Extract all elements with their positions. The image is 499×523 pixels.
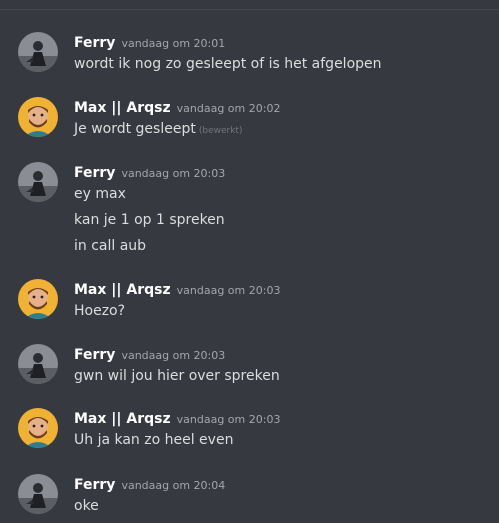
max-avatar[interactable] <box>18 408 58 448</box>
author-name[interactable]: Ferry <box>74 347 115 363</box>
max-avatar[interactable] <box>18 97 58 137</box>
author-name[interactable]: Max || Arqsz <box>74 100 171 116</box>
message-text: oke <box>74 498 99 514</box>
message-text: Je wordt gesleept (bewerkt) <box>74 118 242 140</box>
message-header: Max || Arqsz vandaag om 20:03 <box>74 279 280 299</box>
timestamp[interactable]: vandaag om 20:03 <box>121 349 225 362</box>
message-header: Max || Arqsz vandaag om 20:03 <box>74 408 280 428</box>
ferry-avatar[interactable] <box>18 474 58 514</box>
top-divider <box>0 9 499 10</box>
author-name[interactable]: Ferry <box>74 165 115 181</box>
timestamp[interactable]: vandaag om 20:01 <box>121 37 225 50</box>
author-name[interactable]: Ferry <box>74 477 115 493</box>
ferry-avatar[interactable] <box>18 344 58 384</box>
message-header: Ferry vandaag om 20:01 <box>74 32 225 52</box>
max-avatar[interactable] <box>18 279 58 319</box>
message-header: Ferry vandaag om 20:03 <box>74 162 225 182</box>
message-text: Uh ja kan zo heel even <box>74 432 234 448</box>
ferry-avatar[interactable] <box>18 162 58 202</box>
message-header: Max || Arqsz vandaag om 20:02 <box>74 97 280 117</box>
message-header: Ferry vandaag om 20:04 <box>74 474 225 494</box>
timestamp[interactable]: vandaag om 20:03 <box>177 284 281 297</box>
author-name[interactable]: Max || Arqsz <box>74 411 171 427</box>
message-header: Ferry vandaag om 20:03 <box>74 344 225 364</box>
timestamp[interactable]: vandaag om 20:03 <box>121 167 225 180</box>
message-text: wordt ik nog zo gesleept of is het afgel… <box>74 56 382 72</box>
message-text: kan je 1 op 1 spreken <box>74 212 225 228</box>
message-text: Hoezo? <box>74 303 126 319</box>
timestamp[interactable]: vandaag om 20:04 <box>121 479 225 492</box>
message-text: ey max <box>74 186 126 202</box>
timestamp[interactable]: vandaag om 20:03 <box>177 413 281 426</box>
message-text-content: Je wordt gesleept <box>74 121 196 137</box>
author-name[interactable]: Max || Arqsz <box>74 282 171 298</box>
edited-label: (bewerkt) <box>198 126 243 136</box>
timestamp[interactable]: vandaag om 20:02 <box>177 102 281 115</box>
author-name[interactable]: Ferry <box>74 35 115 51</box>
ferry-avatar[interactable] <box>18 32 58 72</box>
message-text: gwn wil jou hier over spreken <box>74 368 280 384</box>
message-text: in call aub <box>74 238 147 254</box>
